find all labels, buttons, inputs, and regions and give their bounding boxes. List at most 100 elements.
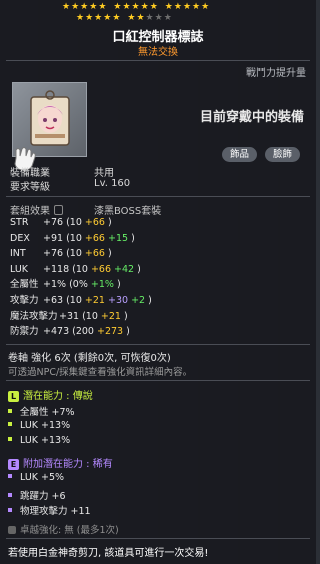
- lock-icon: [54, 205, 63, 215]
- star-icon: ★: [85, 13, 95, 23]
- star-icon: ★: [89, 2, 99, 12]
- stat-base: (10: [66, 295, 85, 306]
- star-icon: ★: [103, 13, 113, 23]
- epic-badge-icon: E: [8, 459, 19, 470]
- bullet-icon: [8, 492, 12, 497]
- potential-line: LUK +13%: [8, 435, 70, 446]
- stat-close: ): [116, 279, 121, 291]
- star-icon: ★: [140, 2, 150, 12]
- equipped-label: 目前穿戴中的裝備: [199, 110, 304, 125]
- stat-base: (10: [72, 263, 91, 275]
- stat-close: ): [137, 263, 141, 275]
- stat-row: INT +76 (10 +66 ): [10, 247, 112, 260]
- requirement-label: 要求等級: [10, 182, 50, 193]
- stat-bonus: +2: [131, 295, 149, 306]
- stat-close: ): [108, 217, 112, 228]
- star-icon: ★: [94, 13, 104, 23]
- stat-total: +31: [56, 310, 83, 322]
- power-up-label: 戰鬥力提升量: [246, 68, 306, 79]
- potential-title: 潛在能力 : 傳說: [23, 391, 93, 402]
- stat-base: (10: [66, 217, 85, 228]
- stat-bonus: +42: [114, 263, 138, 275]
- stat-bonus: +21: [84, 295, 108, 306]
- star-force-rating: ★★★★★ ★★★★★ ★★★★★ ★★★★★ ★★★★★: [62, 2, 262, 24]
- star-icon: ★: [80, 2, 90, 12]
- stat-bonus: +66: [84, 232, 108, 244]
- stat-base: (200: [72, 326, 97, 338]
- star-icon: ★: [62, 2, 72, 12]
- stat-bonus: +273: [97, 326, 127, 338]
- stat-base: (10: [66, 248, 85, 260]
- potential-line-text: LUK +5%: [20, 472, 65, 483]
- divider: [6, 196, 310, 197]
- star-icon: ★: [163, 13, 173, 23]
- stat-base: (10: [82, 310, 101, 322]
- item-tooltip: ★★★★★ ★★★★★ ★★★★★ ★★★★★ ★★★★★ 口紅控制器標誌 無法交換 …: [0, 0, 316, 564]
- star-icon: ★: [71, 2, 81, 12]
- star-icon: ★: [201, 2, 211, 12]
- stat-total: +76: [40, 217, 67, 228]
- set-name: 漆黑BOSS套裝: [94, 206, 162, 217]
- legendary-badge-icon: L: [8, 391, 19, 402]
- potential-line-text: 跳躍力 +6: [20, 490, 66, 502]
- stat-row: 攻擊力 +63 (10 +21 +30 +2 ): [10, 294, 152, 307]
- stat-close: ): [148, 295, 152, 306]
- divider: [6, 538, 310, 539]
- star-icon: ★: [122, 2, 132, 12]
- stat-row: STR +76 (10 +66 ): [10, 216, 112, 229]
- divider: [6, 344, 310, 345]
- stat-row: 魔法攻擊力 +31 (10 +21 ): [10, 310, 128, 323]
- stat-row: 全屬性 +1% (0% +1% ): [10, 278, 121, 291]
- requirement-value: Lv. 160: [94, 178, 131, 189]
- star-icon: ★: [173, 2, 183, 12]
- potential-header: L 潛在能力 : 傳說: [8, 387, 93, 402]
- star-force-enhance: 卓越強化: 無 (最多1次): [8, 522, 119, 536]
- stat-key: 攻擊力: [10, 295, 39, 306]
- requirement-value: 共用: [94, 168, 114, 179]
- star-icon: ★: [192, 2, 202, 12]
- stat-key: 魔法攻擊力: [10, 310, 58, 322]
- star-group: ★★★★★: [165, 2, 210, 12]
- requirement-level: 要求等級 Lv. 160: [10, 178, 130, 193]
- stat-base: (0%: [69, 279, 91, 291]
- stat-total: +76: [40, 248, 67, 260]
- scissors-note: 若使用白金神奇剪刀, 該道具可進行一次交易!: [8, 548, 209, 559]
- stat-base: (10: [66, 232, 85, 244]
- bullet-icon: [8, 508, 12, 512]
- bullet-icon: [8, 474, 12, 478]
- potential-line: 跳躍力 +6: [8, 488, 66, 502]
- star-icon: ★: [98, 2, 108, 12]
- star-group: ★★★★★: [76, 13, 121, 23]
- star-icon: ★: [76, 13, 86, 23]
- potential-line: 全屬性 +7%: [8, 404, 75, 418]
- stat-bonus: +15: [108, 232, 132, 244]
- potential-line: 物理攻擊力 +11: [8, 503, 91, 517]
- stat-row: LUK +118 (10 +66 +42 ): [10, 263, 141, 276]
- star-group: ★★★★★: [62, 2, 107, 12]
- star-icon: ★: [136, 13, 146, 23]
- potential-line-text: LUK +13%: [20, 435, 71, 446]
- stat-close: ): [126, 326, 130, 338]
- star-icon: ★: [149, 2, 159, 12]
- npc-note: 可透過NPC/採集鍵查看強化資訊詳細內容。: [8, 367, 193, 378]
- star-force-text: 卓越強化: 無 (最多1次): [20, 525, 119, 536]
- stat-total: +473: [40, 326, 73, 338]
- stat-close: ): [131, 232, 135, 244]
- divider: [6, 380, 310, 381]
- stat-total: +91: [40, 232, 67, 244]
- scroll-enhance-info: 卷軸 強化 6次 (剩餘0次, 可恢復0次): [8, 353, 171, 364]
- stat-key: 防禦力: [10, 326, 39, 338]
- star-force-icon: [8, 526, 16, 534]
- stat-row: DEX +91 (10 +66 +15 ): [10, 232, 135, 245]
- trade-status: 無法交換: [138, 47, 178, 58]
- stat-total: +1%: [40, 279, 70, 291]
- stat-bonus: +66: [84, 217, 108, 228]
- star-icon: ★: [112, 13, 122, 23]
- stat-close: ): [108, 248, 112, 260]
- potential-line: LUK +5%: [8, 472, 64, 483]
- stat-key: STR: [10, 217, 29, 228]
- stat-bonus: +30: [108, 295, 132, 306]
- stat-close: ): [124, 310, 128, 322]
- stat-bonus: +1%: [90, 279, 117, 291]
- star-icon: ★: [164, 2, 174, 12]
